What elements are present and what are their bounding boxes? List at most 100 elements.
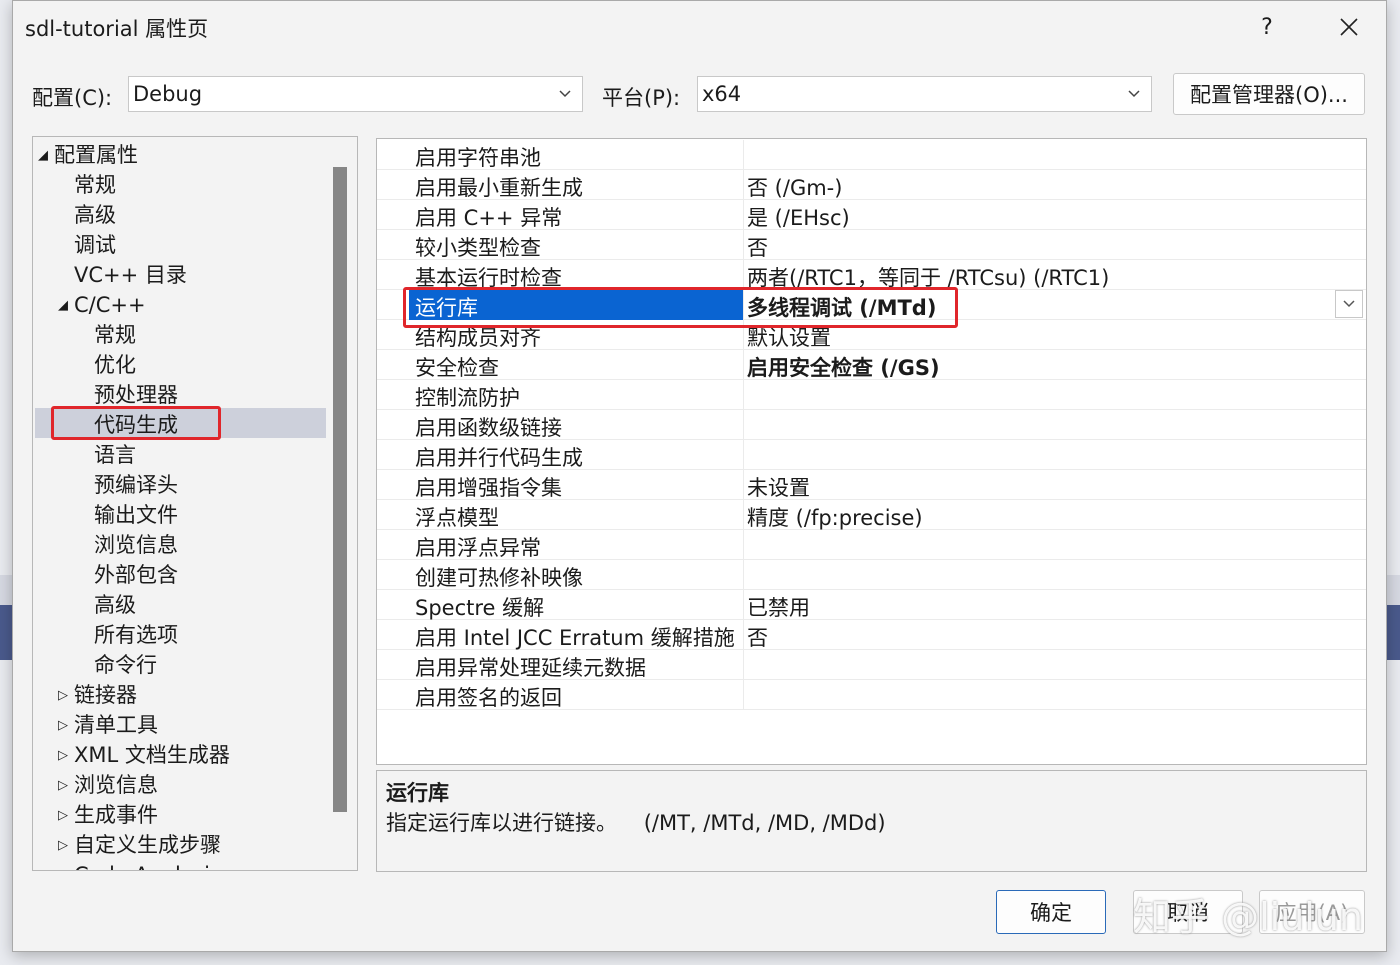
property-row[interactable]: 控制流防护 [377,380,1366,410]
property-row[interactable]: Spectre 缓解 已禁用 [377,590,1366,620]
tree-item-label: 高级 [94,593,136,617]
tree-item[interactable]: 常规 [78,320,136,350]
chevron-down-icon [1343,300,1355,308]
tree-item[interactable]: 输出文件 [78,500,178,530]
property-row[interactable]: 启用 C++ 异常 是 (/EHsc) [377,200,1366,230]
property-value[interactable]: 已禁用 [747,592,810,622]
column-separator [743,200,744,230]
tree-item-label: 外部包含 [94,563,178,587]
property-value[interactable]: 否 [747,232,768,262]
config-select[interactable]: Debug [128,76,583,112]
expanded-arrow-icon[interactable]: ◢ [58,291,74,321]
property-row[interactable]: 较小类型检查 否 [377,230,1366,260]
property-name: 启用异常处理延续元数据 [415,656,646,680]
property-row[interactable]: 创建可热修补映像 [377,560,1366,590]
tree-item[interactable]: ▷ 生成事件 [58,800,158,830]
property-name: 浮点模型 [415,506,499,530]
value-dropdown-button[interactable] [1335,290,1363,318]
property-value[interactable]: 是 (/EHsc) [747,202,850,232]
tree-item[interactable]: ▷ 清单工具 [58,710,158,740]
tree-item-label: 清单工具 [74,713,158,737]
description-title: 运行库 [386,781,449,805]
collapsed-arrow-icon[interactable]: ▷ [58,771,74,801]
tree-item[interactable]: ▷ 自定义生成步骤 [58,830,221,860]
tree-item[interactable]: 命令行 [78,650,157,680]
tree-item[interactable]: 常规 [58,170,116,200]
tree-item[interactable]: 外部包含 [78,560,178,590]
column-separator [743,560,744,590]
tree-item[interactable]: ▷ XML 文档生成器 [58,740,230,770]
tree-item[interactable]: ◢ 配置属性 [38,140,138,170]
property-row[interactable]: 基本运行时检查 两者(/RTC1，等同于 /RTCsu) (/RTC1) [377,260,1366,290]
highlight-box-runtime-library [403,287,958,328]
property-name: 启用字符串池 [415,146,541,170]
property-value[interactable]: 启用安全检查 (/GS) [747,352,940,382]
tree-item[interactable]: 浏览信息 [78,530,178,560]
tree-item[interactable]: 优化 [78,350,136,380]
collapsed-arrow-icon[interactable]: ▷ [58,741,74,771]
config-label: 配置(C): [32,86,113,110]
property-row[interactable]: 启用字符串池 [377,140,1366,170]
collapsed-arrow-icon[interactable]: ▷ [58,831,74,861]
tree-item[interactable]: ▷ 浏览信息 [58,770,158,800]
property-row[interactable]: 启用 Intel JCC Erratum 缓解措施否 [377,620,1366,650]
tree-item[interactable]: 调试 [58,230,116,260]
property-value[interactable]: 否 (/Gm-) [747,172,842,202]
column-separator [743,650,744,680]
property-name: 启用 C++ 异常 [415,206,563,230]
property-name: 启用函数级链接 [415,416,562,440]
tree-item[interactable]: 语言 [78,440,136,470]
property-row[interactable]: 启用并行代码生成 [377,440,1366,470]
property-value[interactable]: 未设置 [747,472,810,502]
platform-value: x64 [702,82,742,106]
highlight-box-code-generation [51,406,221,440]
tree-scrollbar[interactable] [333,167,347,812]
tree-item-label: 调试 [74,233,116,257]
ok-button[interactable]: 确定 [996,890,1106,934]
property-row[interactable]: 启用最小重新生成 否 (/Gm-) [377,170,1366,200]
collapsed-arrow-icon[interactable]: ▷ [58,681,74,711]
tree-item[interactable]: 高级 [78,590,136,620]
property-grid: 启用字符串池 启用最小重新生成 否 (/Gm-) 启用 C++ 异常 是 (/EHsc)… [376,138,1367,765]
close-icon [1340,18,1358,36]
property-name: 启用浮点异常 [415,536,541,560]
tree-item[interactable]: VC++ 目录 [58,260,187,290]
tree-item-label: 优化 [94,353,136,377]
property-row[interactable]: 启用函数级链接 [377,410,1366,440]
collapsed-arrow-icon[interactable]: ▷ [58,861,74,870]
property-row[interactable]: 启用异常处理延续元数据 [377,650,1366,680]
tree-item-label: 命令行 [94,653,157,677]
property-row[interactable]: 启用签名的返回 [377,680,1366,710]
property-row[interactable]: 安全检查 启用安全检查 (/GS) [377,350,1366,380]
property-name: 启用签名的返回 [415,686,562,710]
property-value[interactable]: 精度 (/fp:precise) [747,502,923,532]
column-separator [743,440,744,470]
property-row[interactable]: 启用浮点异常 [377,530,1366,560]
property-row[interactable]: 浮点模型 精度 (/fp:precise) [377,500,1366,530]
property-name: 创建可热修补映像 [415,566,583,590]
tree-item-label: 配置属性 [54,143,138,167]
property-name: 启用并行代码生成 [415,446,583,470]
tree-item[interactable]: 预编译头 [78,470,178,500]
expanded-arrow-icon[interactable]: ◢ [38,141,54,171]
tree-item-label: 常规 [94,323,136,347]
tree-item-label: 语言 [94,443,136,467]
config-manager-button[interactable]: 配置管理器(O)... [1173,73,1365,115]
tree-item[interactable]: ◢ C/C++ [58,290,146,320]
tree-item[interactable]: ▷ 链接器 [58,680,137,710]
collapsed-arrow-icon[interactable]: ▷ [58,711,74,741]
property-row[interactable]: 启用增强指令集 未设置 [377,470,1366,500]
close-button[interactable] [1331,11,1367,43]
tree-item[interactable]: ▷Code Analysis [58,860,221,870]
column-separator [743,260,744,290]
help-button[interactable]: ? [1249,11,1285,43]
tree-item-label: 浏览信息 [74,773,158,797]
tree-item[interactable]: 所有选项 [78,620,178,650]
tree-item[interactable]: 高级 [58,200,116,230]
platform-label: 平台(P): [602,86,681,110]
property-name: 启用 Intel JCC Erratum 缓解措施 [415,626,735,650]
property-value[interactable]: 否 [747,622,768,652]
collapsed-arrow-icon[interactable]: ▷ [58,801,74,831]
titlebar: sdl-tutorial 属性页 ? [13,1,1386,53]
platform-select[interactable]: x64 [697,76,1152,112]
